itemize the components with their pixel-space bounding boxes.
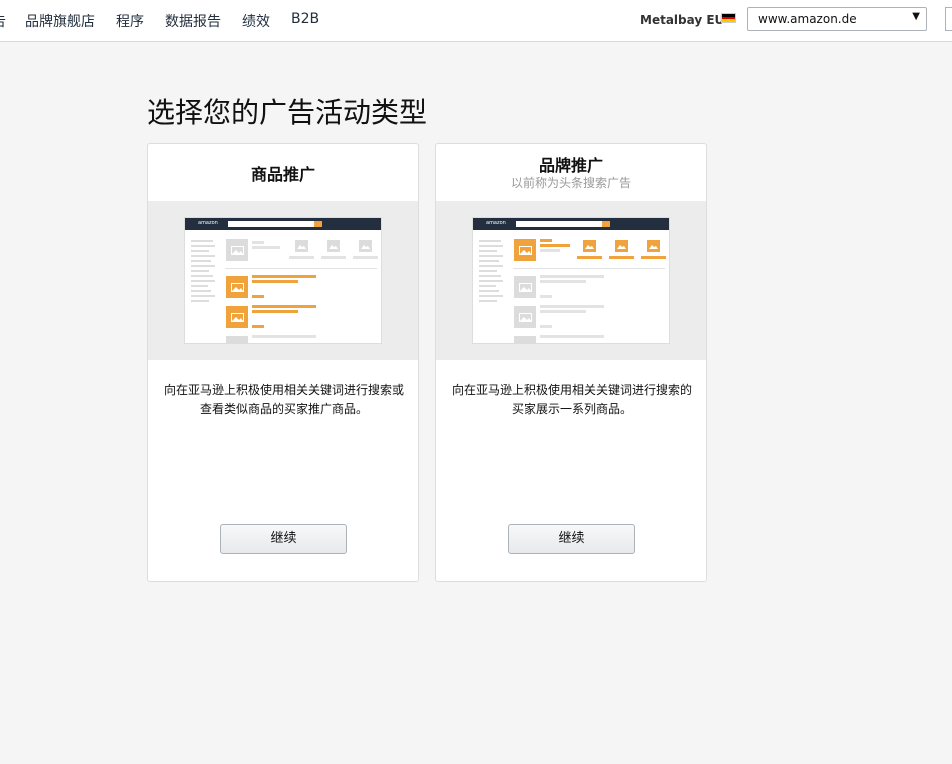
mockup-search-button xyxy=(314,221,322,227)
mockup-sidebar xyxy=(191,240,215,305)
image-placeholder-icon xyxy=(514,306,536,328)
image-placeholder-icon xyxy=(514,336,536,343)
mockup-header: amazon xyxy=(473,218,669,230)
image-placeholder-icon xyxy=(359,240,372,252)
mockup-search-bar xyxy=(516,221,602,227)
amazon-page-mockup: amazon xyxy=(472,217,670,344)
sponsored-product-image-icon xyxy=(226,276,248,298)
germany-flag-icon xyxy=(721,13,736,23)
sponsored-product-image-icon xyxy=(226,306,248,328)
card-subtitle: 以前称为头条搜索广告 xyxy=(510,176,631,190)
card-description: 向在亚马逊上积极使用相关关键词进行搜索的买家展示一系列商品。 xyxy=(451,383,692,416)
mockup-search-bar xyxy=(228,221,314,227)
card-title: 商品推广 xyxy=(250,165,315,184)
account-name[interactable]: Metalbay EU xyxy=(640,13,724,27)
page-title: 选择您的广告活动类型 xyxy=(147,96,428,129)
brand-product-image-icon xyxy=(583,240,596,252)
image-placeholder-icon xyxy=(295,240,308,252)
ad-preview-illustration: amazon xyxy=(148,201,418,360)
dropdown-caret-icon: ▼ xyxy=(912,11,920,22)
top-navigation-bar: 告 品牌旗舰店 程序 数据报告 绩效 B2B Metalbay EU www.a… xyxy=(0,0,952,42)
continue-button-sponsored-products[interactable]: 继续 xyxy=(220,524,347,554)
brand-product-image-icon xyxy=(615,240,628,252)
card-description: 向在亚马逊上积极使用相关关键词进行搜索或查看类似商品的买家推广商品。 xyxy=(163,383,404,416)
nav-item-reports[interactable]: 数据报告 xyxy=(165,11,221,31)
nav-item-truncated[interactable]: 告 xyxy=(0,11,6,31)
campaign-type-card-sponsored-brands: 品牌推广 以前称为头条搜索广告 amazon 向在亚马逊上积极使用相关关键词进行… xyxy=(435,143,707,582)
image-placeholder-icon xyxy=(514,276,536,298)
brand-product-image-icon xyxy=(647,240,660,252)
nav-item-b2b[interactable]: B2B xyxy=(291,11,319,27)
mockup-sidebar xyxy=(479,240,503,305)
card-title: 品牌推广 xyxy=(538,156,603,175)
image-placeholder-icon xyxy=(327,240,340,252)
nav-item-performance[interactable]: 绩效 xyxy=(242,11,270,31)
image-placeholder-icon xyxy=(226,239,248,261)
continue-button-sponsored-brands[interactable]: 继续 xyxy=(508,524,635,554)
amazon-logo: amazon xyxy=(198,220,218,226)
nav-item-programs[interactable]: 程序 xyxy=(116,11,144,31)
marketplace-select[interactable]: www.amazon.de ▼ xyxy=(747,7,927,31)
campaign-type-card-sponsored-products: 商品推广 amazon 向在亚马逊上积极使用相关关键词进行搜索或查看类似商品的买… xyxy=(147,143,419,582)
header-control-truncated[interactable] xyxy=(945,7,952,31)
marketplace-select-value: www.amazon.de xyxy=(758,12,857,26)
image-placeholder-icon xyxy=(226,336,248,343)
mockup-header: amazon xyxy=(185,218,381,230)
mockup-search-button xyxy=(602,221,610,227)
amazon-logo: amazon xyxy=(486,220,506,226)
amazon-page-mockup: amazon xyxy=(184,217,382,344)
nav-item-stores[interactable]: 品牌旗舰店 xyxy=(25,11,95,31)
ad-preview-illustration: amazon xyxy=(436,201,706,360)
brand-logo-image-icon xyxy=(514,239,536,261)
